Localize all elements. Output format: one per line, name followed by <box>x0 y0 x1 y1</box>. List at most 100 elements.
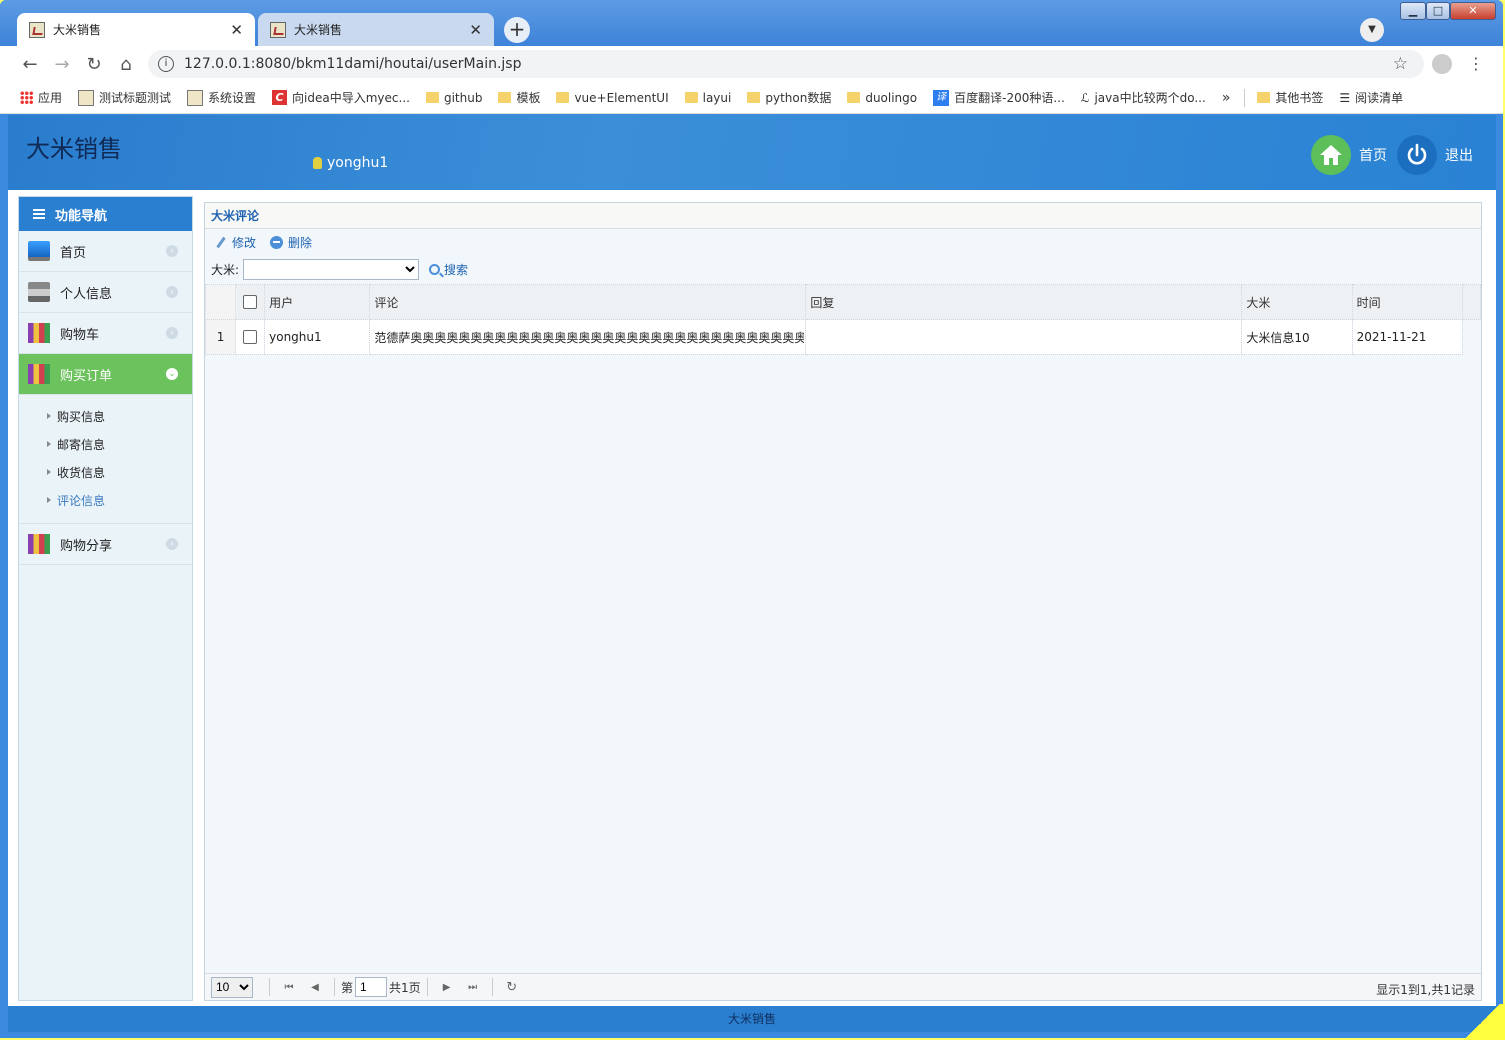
bookmark-item[interactable]: 译百度翻译-200种语... <box>933 89 1065 106</box>
chevron-right-icon: › <box>166 538 178 550</box>
submenu-item-comments[interactable]: 评论信息 <box>47 486 192 514</box>
books-icon <box>28 534 50 554</box>
favicon-icon <box>29 21 45 38</box>
monitor-icon <box>28 241 50 261</box>
tab-title: 大米销售 <box>53 23 102 37</box>
bookmark-item[interactable]: ℒjava中比较两个do... <box>1081 89 1206 106</box>
sidebar-item-cart[interactable]: 购物车 › <box>19 313 192 354</box>
site-info-icon[interactable]: i <box>158 56 174 72</box>
column-header-rice[interactable]: 大米 <box>1241 284 1353 320</box>
bookmark-label: 测试标题测试 <box>99 91 172 105</box>
favicon-icon <box>270 21 286 38</box>
row-checkbox[interactable] <box>243 330 258 345</box>
bookmark-folder[interactable]: duolingo <box>847 91 917 105</box>
select-all-checkbox[interactable] <box>243 295 258 310</box>
rice-filter-label: 大米: <box>211 262 240 277</box>
close-tab-icon[interactable]: ✕ <box>469 21 482 39</box>
page-total: 共1页 <box>389 980 421 995</box>
browser-window: 大米销售 ✕ 大米销售 ✕ + ▼ ▁ □ ✕ ← → ↻ ⌂ i 127.0.… <box>0 0 1503 1038</box>
bookmark-label: 向idea中导入myec... <box>292 91 410 105</box>
column-header-comment[interactable]: 评论 <box>369 284 807 320</box>
bookmark-folder[interactable]: layui <box>684 90 732 105</box>
bookmark-folder[interactable]: 模板 <box>498 89 540 106</box>
tab-bar: 大米销售 ✕ 大米销售 ✕ + ▼ ▁ □ ✕ <box>0 0 1503 46</box>
sidebar-item-profile[interactable]: 个人信息 › <box>19 272 192 313</box>
bookmark-label: 百度翻译-200种语... <box>954 91 1065 105</box>
reload-icon[interactable]: ↻ <box>78 54 110 75</box>
address-bar[interactable]: i 127.0.0.1:8080/bkm11dami/houtai/userMa… <box>148 50 1424 78</box>
bookmark-item[interactable]: C 向idea中导入myec... <box>272 89 410 106</box>
column-header-user[interactable]: 用户 <box>264 284 371 320</box>
submenu-item-receipt[interactable]: 收货信息 <box>47 458 192 486</box>
comments-panel: 大米评论 修改 删除 大米: 搜索 用户 评论 回复 大米 时间 1 yongh… <box>204 202 1482 1001</box>
bookmark-folder[interactable]: vue+ElementUI <box>556 90 669 105</box>
last-page-icon[interactable]: ⏭ <box>463 982 483 993</box>
first-page-icon[interactable]: ⏮ <box>279 982 299 993</box>
column-header-reply[interactable]: 回复 <box>805 284 1243 320</box>
profile-avatar-icon[interactable] <box>1432 54 1452 74</box>
reading-list[interactable]: ☰ 阅读清单 <box>1339 89 1403 106</box>
edit-button[interactable]: 修改 <box>215 234 256 251</box>
maximize-button[interactable]: □ <box>1426 2 1450 20</box>
tab-inactive[interactable]: 大米销售 ✕ <box>258 13 494 46</box>
bookmark-label: vue+ElementUI <box>574 90 669 105</box>
other-bookmarks[interactable]: 其他书签 <box>1257 89 1323 106</box>
refresh-icon[interactable]: ↻ <box>502 980 522 995</box>
submenu-item-purchase[interactable]: 购买信息 <box>47 402 192 430</box>
table-row[interactable]: 1 yonghu1 范德萨奥奥奥奥奥奥奥奥奥奥奥奥奥奥奥奥奥奥奥奥奥奥奥奥奥奥奥… <box>204 319 1481 355</box>
rice-filter-select[interactable] <box>243 258 420 280</box>
submenu-item-mail[interactable]: 邮寄信息 <box>47 430 192 458</box>
search-button[interactable]: 搜索 <box>429 261 468 278</box>
list-icon <box>33 209 45 219</box>
home-button[interactable]: 首页 <box>1311 135 1387 175</box>
tab-active[interactable]: 大米销售 ✕ <box>17 13 255 46</box>
page-size-select[interactable]: 10 <box>211 976 253 998</box>
delete-button[interactable]: 删除 <box>270 234 312 251</box>
bookmark-apps[interactable]: 应用 <box>20 89 62 106</box>
sidebar-item-share[interactable]: 购物分享 › <box>19 524 192 565</box>
next-page-icon[interactable]: ▶ <box>437 982 457 993</box>
bookmark-item[interactable]: 系统设置 <box>187 89 256 106</box>
panel-toolbar: 修改 删除 <box>205 229 1481 255</box>
orders-submenu: 购买信息 邮寄信息 收货信息 评论信息 <box>19 395 192 524</box>
page-icon <box>187 89 204 106</box>
prev-page-icon[interactable]: ◀ <box>305 982 325 993</box>
menu-kebab-icon[interactable]: ⋮ <box>1468 54 1484 73</box>
sidebar-item-home[interactable]: 首页 › <box>19 231 192 272</box>
url-text: 127.0.0.1:8080/bkm11dami/houtai/userMain… <box>184 56 522 72</box>
window-close-button[interactable]: ✕ <box>1450 2 1496 20</box>
cell-comment: 范德萨奥奥奥奥奥奥奥奥奥奥奥奥奥奥奥奥奥奥奥奥奥奥奥奥奥奥奥奥奥奥奥奥奥奥奥奥 <box>369 319 807 355</box>
caret-icon <box>47 413 51 419</box>
forward-icon[interactable]: → <box>46 54 78 75</box>
home-icon[interactable]: ⌂ <box>110 54 142 75</box>
edit-label: 修改 <box>232 235 257 250</box>
power-icon <box>1397 135 1437 175</box>
bookmark-label: 模板 <box>516 91 541 105</box>
bookmark-folder[interactable]: python数据 <box>747 89 831 106</box>
user-icon <box>313 157 322 169</box>
back-icon[interactable]: ← <box>14 54 46 75</box>
bookmark-label: layui <box>702 90 732 105</box>
sidebar-item-orders[interactable]: 购买订单 ⌄ <box>19 354 192 395</box>
pager-divider <box>426 978 428 996</box>
bookmark-item[interactable]: 测试标题测试 <box>78 89 171 106</box>
screen-corner <box>1459 1004 1505 1040</box>
bookmark-star-icon[interactable]: ☆ <box>1393 54 1408 74</box>
new-tab-button[interactable]: + <box>504 17 530 43</box>
bookmarks-more-icon[interactable]: » <box>1222 90 1231 106</box>
minimize-button[interactable]: ▁ <box>1400 2 1426 20</box>
bookmark-label: 阅读清单 <box>1355 91 1404 105</box>
page-number-input[interactable] <box>355 977 388 997</box>
submenu-label: 邮寄信息 <box>57 437 106 452</box>
bookmark-folder[interactable]: github <box>425 91 482 105</box>
tab-search-icon[interactable]: ▼ <box>1360 18 1384 42</box>
bookmark-label: duolingo <box>865 90 918 105</box>
folder-icon <box>498 92 512 103</box>
pager-divider <box>269 978 270 996</box>
bookmarks-bar: 应用 测试标题测试 系统设置 C 向idea中导入myec... github 模… <box>0 82 1503 114</box>
column-header-time[interactable]: 时间 <box>1351 284 1463 320</box>
close-tab-icon[interactable]: ✕ <box>230 21 243 39</box>
cell-comment-text: 范德萨奥奥奥奥奥奥奥奥奥奥奥奥奥奥奥奥奥奥奥奥奥奥奥奥奥奥奥奥奥奥奥奥奥奥奥奥 <box>374 330 805 345</box>
home-label: 首页 <box>1359 148 1387 164</box>
logout-button[interactable]: 退出 <box>1397 135 1473 175</box>
